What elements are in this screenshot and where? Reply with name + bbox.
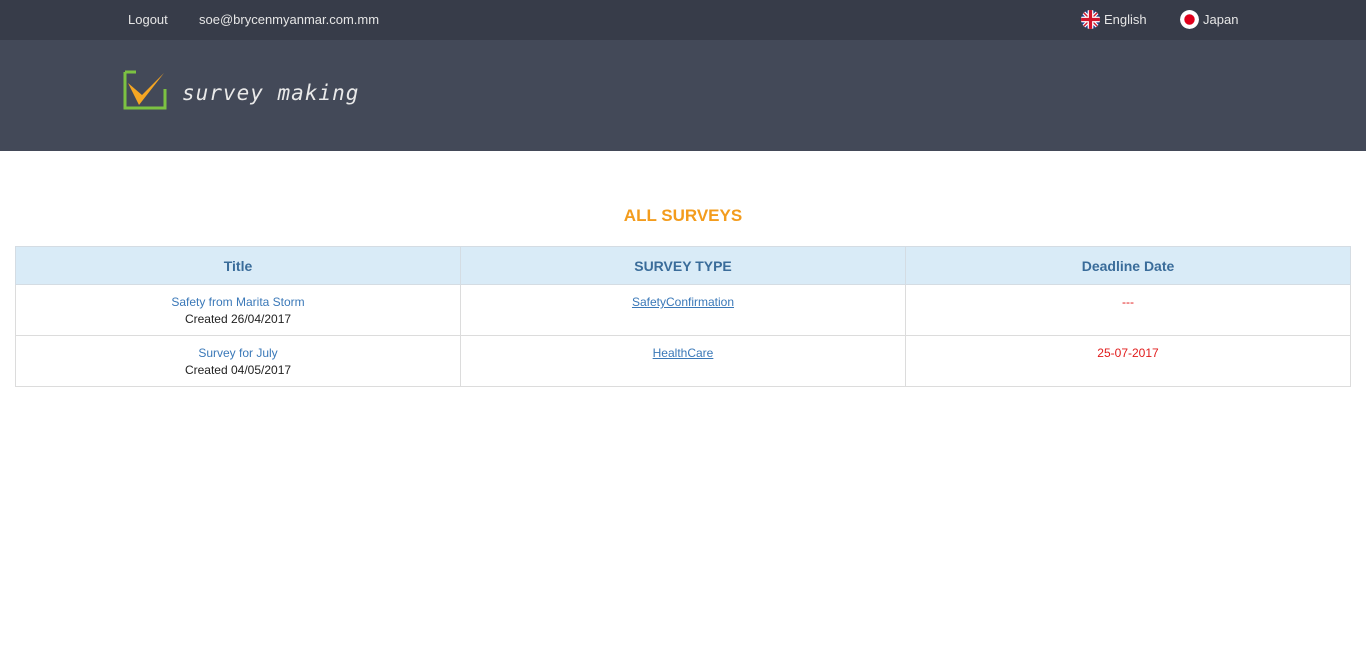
header-banner: survey making — [0, 40, 1366, 151]
survey-title-link[interactable]: Survey for July — [16, 345, 460, 362]
title-cell: Survey for July Created 04/05/2017 — [15, 335, 461, 387]
user-email-link[interactable]: soe@brycenmyanmar.com.mm — [199, 12, 379, 28]
language-japan[interactable]: Japan — [1180, 10, 1238, 29]
table-row: Safety from Marita Storm Created 26/04/2… — [15, 284, 1351, 336]
table-row: Survey for July Created 04/05/2017 Healt… — [15, 335, 1351, 387]
survey-title-link[interactable]: Safety from Marita Storm — [16, 294, 460, 311]
survey-type-link[interactable]: SafetyConfirmation — [632, 295, 734, 309]
site-logo[interactable]: survey making — [122, 69, 359, 116]
table-header-row: Title SURVEY TYPE Deadline Date — [15, 246, 1351, 285]
surveys-table: Title SURVEY TYPE Deadline Date Safety f… — [15, 246, 1351, 387]
created-date: Created 26/04/2017 — [184, 312, 292, 326]
language-english[interactable]: English — [1081, 10, 1147, 29]
logout-link[interactable]: Logout — [128, 12, 168, 28]
language-japan-label: Japan — [1203, 11, 1239, 27]
survey-type-link[interactable]: HealthCare — [653, 346, 714, 360]
created-date: Created 04/05/2017 — [184, 363, 292, 377]
deadline-cell: --- — [905, 284, 1351, 336]
column-header-deadline-date: Deadline Date — [905, 246, 1351, 285]
column-header-survey-type: SURVEY TYPE — [460, 246, 906, 285]
checkmark-logo-icon — [122, 69, 168, 116]
logo-text: survey making — [182, 80, 360, 105]
deadline-date: --- — [1122, 295, 1134, 309]
japan-flag-icon — [1180, 10, 1199, 29]
deadline-date: 25-07-2017 — [1097, 346, 1159, 360]
title-cell: Safety from Marita Storm Created 26/04/2… — [15, 284, 461, 336]
page-title: ALL SURVEYS — [623, 206, 743, 225]
uk-flag-icon — [1081, 10, 1100, 29]
survey-type-cell: SafetyConfirmation — [460, 284, 906, 336]
top-bar: Logout soe@brycenmyanmar.com.mm English … — [0, 0, 1366, 40]
language-english-label: English — [1104, 11, 1147, 27]
column-header-title: Title — [15, 246, 461, 285]
deadline-cell: 25-07-2017 — [905, 335, 1351, 387]
survey-type-cell: HealthCare — [460, 335, 906, 387]
